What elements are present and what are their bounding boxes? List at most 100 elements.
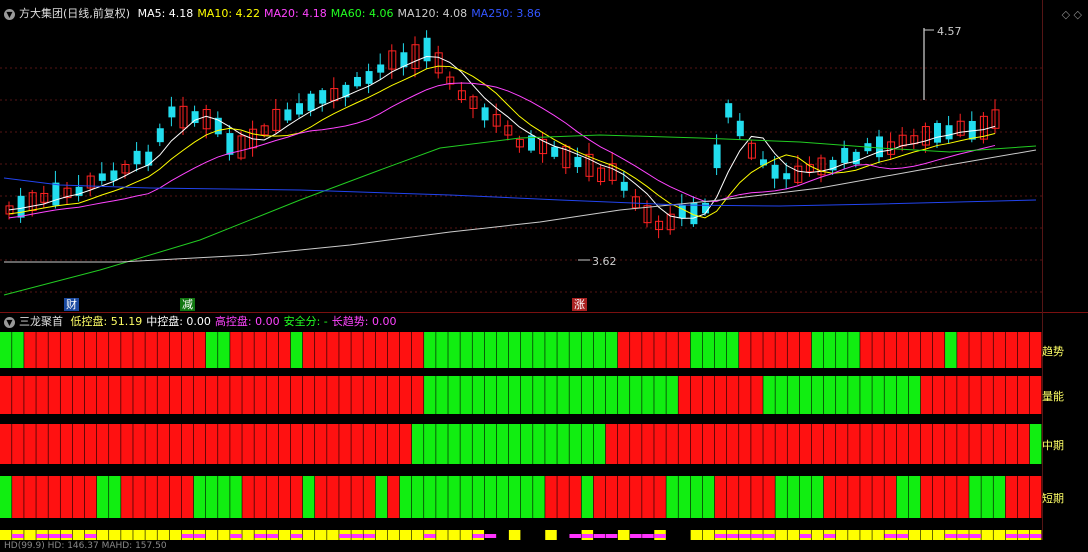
band-cell <box>678 332 691 368</box>
band-cell <box>242 424 254 464</box>
strip-mark <box>351 534 363 538</box>
band-cell <box>181 376 194 414</box>
band-cell <box>521 476 533 518</box>
band-cell <box>920 476 933 518</box>
band-cell <box>884 376 897 414</box>
band-cell <box>205 332 218 368</box>
band-cell <box>533 376 545 414</box>
band-cell <box>290 476 303 518</box>
band-cell <box>969 332 981 368</box>
event-marker[interactable]: 涨 <box>572 298 587 311</box>
band-cell <box>642 476 654 518</box>
candle-body-down <box>98 173 106 181</box>
band-cell <box>278 424 291 464</box>
band-cell <box>654 376 666 414</box>
band-cell <box>932 332 945 368</box>
strip-mark <box>472 534 485 538</box>
band-cell <box>496 424 509 464</box>
event-marker[interactable]: 财 <box>64 298 79 311</box>
band-cell <box>157 424 170 464</box>
band-cell <box>48 332 60 368</box>
band-cell <box>617 424 630 464</box>
band-cell <box>363 332 376 368</box>
strip-mark <box>654 534 666 538</box>
band-cell <box>605 476 618 518</box>
band-cell <box>617 476 630 518</box>
strip-mark <box>581 534 594 538</box>
band-cell <box>872 376 884 414</box>
band-cell <box>327 424 339 464</box>
band-cell <box>448 332 460 368</box>
band-cell <box>181 476 194 518</box>
band-cell <box>666 376 678 414</box>
strip-mark <box>48 534 60 538</box>
band-cell <box>848 332 860 368</box>
band-cell <box>884 476 897 518</box>
band-cell <box>763 476 775 518</box>
footer-readout: HD(99.9) HD: 146.37 MAHD: 157.50 <box>0 540 1088 552</box>
band-cell <box>339 376 351 414</box>
band-cell <box>145 332 157 368</box>
band-cell <box>666 332 678 368</box>
band-cell <box>605 332 618 368</box>
candle-body-down <box>574 156 582 168</box>
band-cell <box>484 476 497 518</box>
band-cell <box>702 376 715 414</box>
band-cell <box>993 476 1006 518</box>
band-cell <box>218 476 230 518</box>
band-cell <box>557 376 569 414</box>
band-cell <box>387 376 400 414</box>
band-cell <box>411 376 424 414</box>
band-cell <box>1005 376 1018 414</box>
strip-mark <box>339 534 351 538</box>
band-cell <box>630 332 642 368</box>
band-cell <box>521 332 533 368</box>
band-cell <box>993 424 1006 464</box>
band-cell <box>72 376 85 414</box>
band-cell <box>109 332 121 368</box>
event-marker[interactable]: 减 <box>180 298 195 311</box>
band-cell <box>230 332 242 368</box>
strip-mark <box>1017 534 1030 538</box>
band-cell <box>969 424 981 464</box>
band-cell <box>945 332 957 368</box>
band-cell <box>739 476 751 518</box>
strip-mark <box>799 534 812 538</box>
band-cell <box>339 424 351 464</box>
candle-body-down <box>133 150 141 165</box>
band-cell <box>169 424 182 464</box>
band-cell <box>36 376 48 414</box>
band-cell <box>884 332 897 368</box>
band-cell <box>896 376 909 414</box>
band-cell <box>12 476 24 518</box>
band-cell <box>811 476 824 518</box>
band-cell <box>811 332 824 368</box>
band-cell <box>84 376 97 414</box>
band-cell <box>60 376 73 414</box>
band-cell <box>848 424 860 464</box>
band-cell <box>472 332 485 368</box>
band-cell <box>109 424 121 464</box>
band-cell <box>72 476 85 518</box>
strip-mark <box>36 534 48 538</box>
strip-mark <box>945 534 957 538</box>
band-cell <box>799 424 812 464</box>
band-cell <box>193 476 206 518</box>
band-cell <box>714 424 727 464</box>
band-cell <box>642 376 654 414</box>
band-cell <box>775 376 787 414</box>
band-cell <box>254 476 266 518</box>
band-cell <box>908 376 921 414</box>
band-cell <box>787 476 800 518</box>
strip-mark <box>424 534 436 538</box>
band-cell <box>508 476 521 518</box>
band-cell <box>751 376 763 414</box>
band-cell <box>290 424 303 464</box>
band-cell <box>666 476 678 518</box>
band-cell <box>169 476 182 518</box>
band-cell <box>205 376 218 414</box>
strip-mark <box>1029 534 1042 538</box>
band-cell <box>1017 332 1030 368</box>
band-cell <box>351 332 363 368</box>
band-cell <box>24 332 36 368</box>
